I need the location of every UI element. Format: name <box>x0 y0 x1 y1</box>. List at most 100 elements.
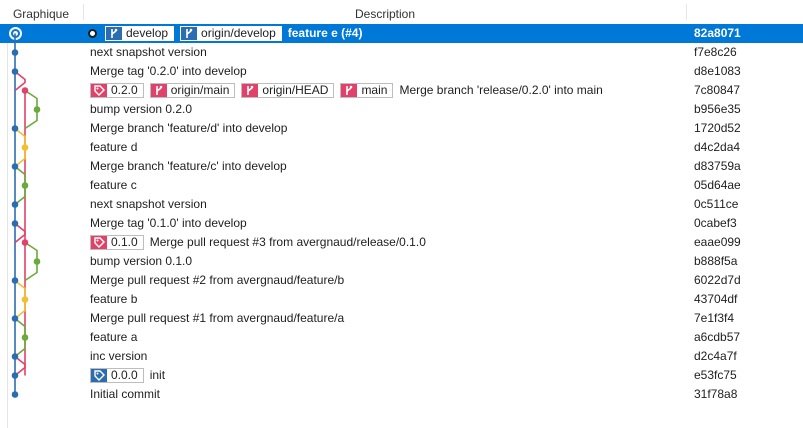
commit-hash: e53fc75 <box>694 368 737 382</box>
commit-row[interactable]: feature b 43704df <box>0 290 803 309</box>
commit-description: Merge branch 'feature/d' into develop <box>90 119 287 138</box>
commit-description: bump version 0.1.0 <box>90 252 192 271</box>
commit-description: feature c <box>90 176 137 195</box>
commit-row[interactable]: next snapshot version 0c511ce <box>0 195 803 214</box>
commit-hash: 6022d7d <box>694 273 741 287</box>
commit-node[interactable] <box>11 49 19 56</box>
commit-message: inc version <box>90 349 148 363</box>
commit-row[interactable]: next snapshot version f7e8c26 <box>0 43 803 62</box>
commit-hash: 05d64ae <box>694 178 741 192</box>
commit-node[interactable] <box>21 87 29 94</box>
description-column-header[interactable]: Description <box>84 0 686 24</box>
branch-badge[interactable]: develop <box>105 26 175 41</box>
commit-node[interactable] <box>11 391 19 398</box>
commit-description: 0.0.0 init <box>90 366 165 385</box>
commit-hash: 7c80847 <box>694 83 741 97</box>
commit-node[interactable] <box>11 315 19 322</box>
commit-description: Merge tag '0.2.0' into develop <box>90 62 247 81</box>
commit-row[interactable]: develop origin/develop feature e (#4) 82a80… <box>0 24 803 43</box>
commit-graph <box>11 33 41 398</box>
commit-description: 0.1.0 Merge pull request #3 from avergnau… <box>90 233 426 252</box>
ref-label: origin/HEAD <box>262 83 329 97</box>
commit-node[interactable] <box>11 201 19 208</box>
commit-hash: eaae099 <box>694 235 741 249</box>
commit-node[interactable] <box>21 296 29 303</box>
ref-label: develop <box>126 26 169 40</box>
ref-label: main <box>361 83 388 97</box>
commit-node[interactable] <box>11 68 19 75</box>
branch-badge[interactable]: origin/main <box>149 83 236 98</box>
commit-row[interactable]: Merge pull request #1 from avergnaud/fea… <box>0 309 803 328</box>
graph-column-header[interactable]: Graphique <box>0 0 82 24</box>
ref-label: origin/develop <box>201 26 276 40</box>
commit-message: feature d <box>90 140 138 154</box>
ref-label: 0.2.0 <box>111 83 138 97</box>
ref-label: 0.0.0 <box>111 368 138 382</box>
commit-description: next snapshot version <box>90 195 207 214</box>
commit-hash: b888f5a <box>694 254 738 268</box>
commit-node[interactable] <box>11 372 19 379</box>
commit-description: Merge branch 'feature/c' into develop <box>90 157 287 176</box>
commit-row[interactable]: 0.2.0 origin/main origin/HEAD main Merge bra… <box>0 81 803 100</box>
commit-message: Merge pull request #1 from avergnaud/fea… <box>90 311 345 325</box>
commit-node[interactable] <box>11 220 19 227</box>
commit-row[interactable]: bump version 0.1.0 b888f5a <box>0 252 803 271</box>
commit-node[interactable] <box>21 144 29 151</box>
commit-description: feature a <box>90 328 137 347</box>
tag-badge[interactable]: 0.1.0 <box>90 235 144 250</box>
commit-node[interactable] <box>11 277 19 284</box>
commit-node[interactable] <box>21 239 29 246</box>
commit-row[interactable]: Merge pull request #2 from avergnaud/fea… <box>0 271 803 290</box>
tag-icon <box>91 236 107 249</box>
commit-hash: d4c2da4 <box>694 140 741 154</box>
commit-description: feature d <box>90 138 137 157</box>
commit-node[interactable] <box>11 163 19 170</box>
branch-icon <box>106 27 122 40</box>
commit-row[interactable]: inc version d2c4a7f <box>0 347 803 366</box>
commit-hash: 1720d52 <box>694 121 741 135</box>
commit-row[interactable]: 0.1.0 Merge pull request #3 from avergnau… <box>0 233 803 252</box>
commit-row[interactable]: feature a a6cdb57 <box>0 328 803 347</box>
commit-hash: d8e1083 <box>694 64 741 78</box>
commit-row[interactable]: feature d d4c2da4 <box>0 138 803 157</box>
commit-node[interactable] <box>33 258 41 265</box>
commit-row[interactable]: bump version 0.2.0 b956e35 <box>0 100 803 119</box>
commit-node[interactable] <box>11 125 19 132</box>
column-header: Graphique Description <box>0 0 803 25</box>
commit-node[interactable] <box>21 334 29 341</box>
commit-node[interactable] <box>11 353 19 360</box>
commit-row[interactable]: Merge branch 'feature/d' into develop 172… <box>0 119 803 138</box>
commit-message: Merge pull request #3 from avergnaud/rel… <box>149 235 426 249</box>
commit-description: 0.2.0 origin/main origin/HEAD main Merge bra… <box>90 81 603 100</box>
commit-message: feature c <box>90 178 137 192</box>
commit-message: Merge tag '0.1.0' into develop <box>90 216 247 230</box>
commit-row[interactable]: feature c 05d64ae <box>0 176 803 195</box>
commit-message: feature b <box>90 292 138 306</box>
commit-message: feature a <box>90 330 138 344</box>
commit-message: Initial commit <box>90 387 161 401</box>
commit-node[interactable] <box>21 182 29 189</box>
commit-row[interactable]: Merge branch 'feature/c' into develop d83… <box>0 157 803 176</box>
commit-row[interactable]: Merge tag '0.2.0' into develop d8e1083 <box>0 62 803 81</box>
commit-node[interactable] <box>33 106 41 113</box>
commit-hash: f7e8c26 <box>694 45 737 59</box>
commit-description: bump version 0.2.0 <box>90 100 192 119</box>
commit-hash: b956e35 <box>694 102 741 116</box>
column-separator[interactable] <box>686 4 687 20</box>
tag-badge[interactable]: 0.0.0 <box>90 368 144 383</box>
commit-hash: 7e1f3f4 <box>694 311 735 325</box>
commit-row[interactable]: 0.0.0 init e53fc75 <box>0 366 803 385</box>
commit-description: inc version <box>90 347 147 366</box>
commit-row[interactable]: Initial commit 31f78a8 <box>0 385 803 404</box>
commit-message: next snapshot version <box>90 45 207 59</box>
branch-icon <box>181 27 198 40</box>
branch-badge[interactable]: origin/develop <box>180 26 282 41</box>
commit-hash: a6cdb57 <box>694 330 741 344</box>
commit-hash: 82a8071 <box>694 26 741 40</box>
branch-badge[interactable]: main <box>340 83 394 98</box>
commit-row[interactable]: Merge tag '0.1.0' into develop 0cabef3 <box>0 214 803 233</box>
tag-badge[interactable]: 0.2.0 <box>90 83 144 98</box>
commit-hash: d83759a <box>694 159 741 173</box>
commit-message: Merge branch 'feature/c' into develop <box>90 159 287 173</box>
branch-badge[interactable]: origin/HEAD <box>241 83 335 98</box>
